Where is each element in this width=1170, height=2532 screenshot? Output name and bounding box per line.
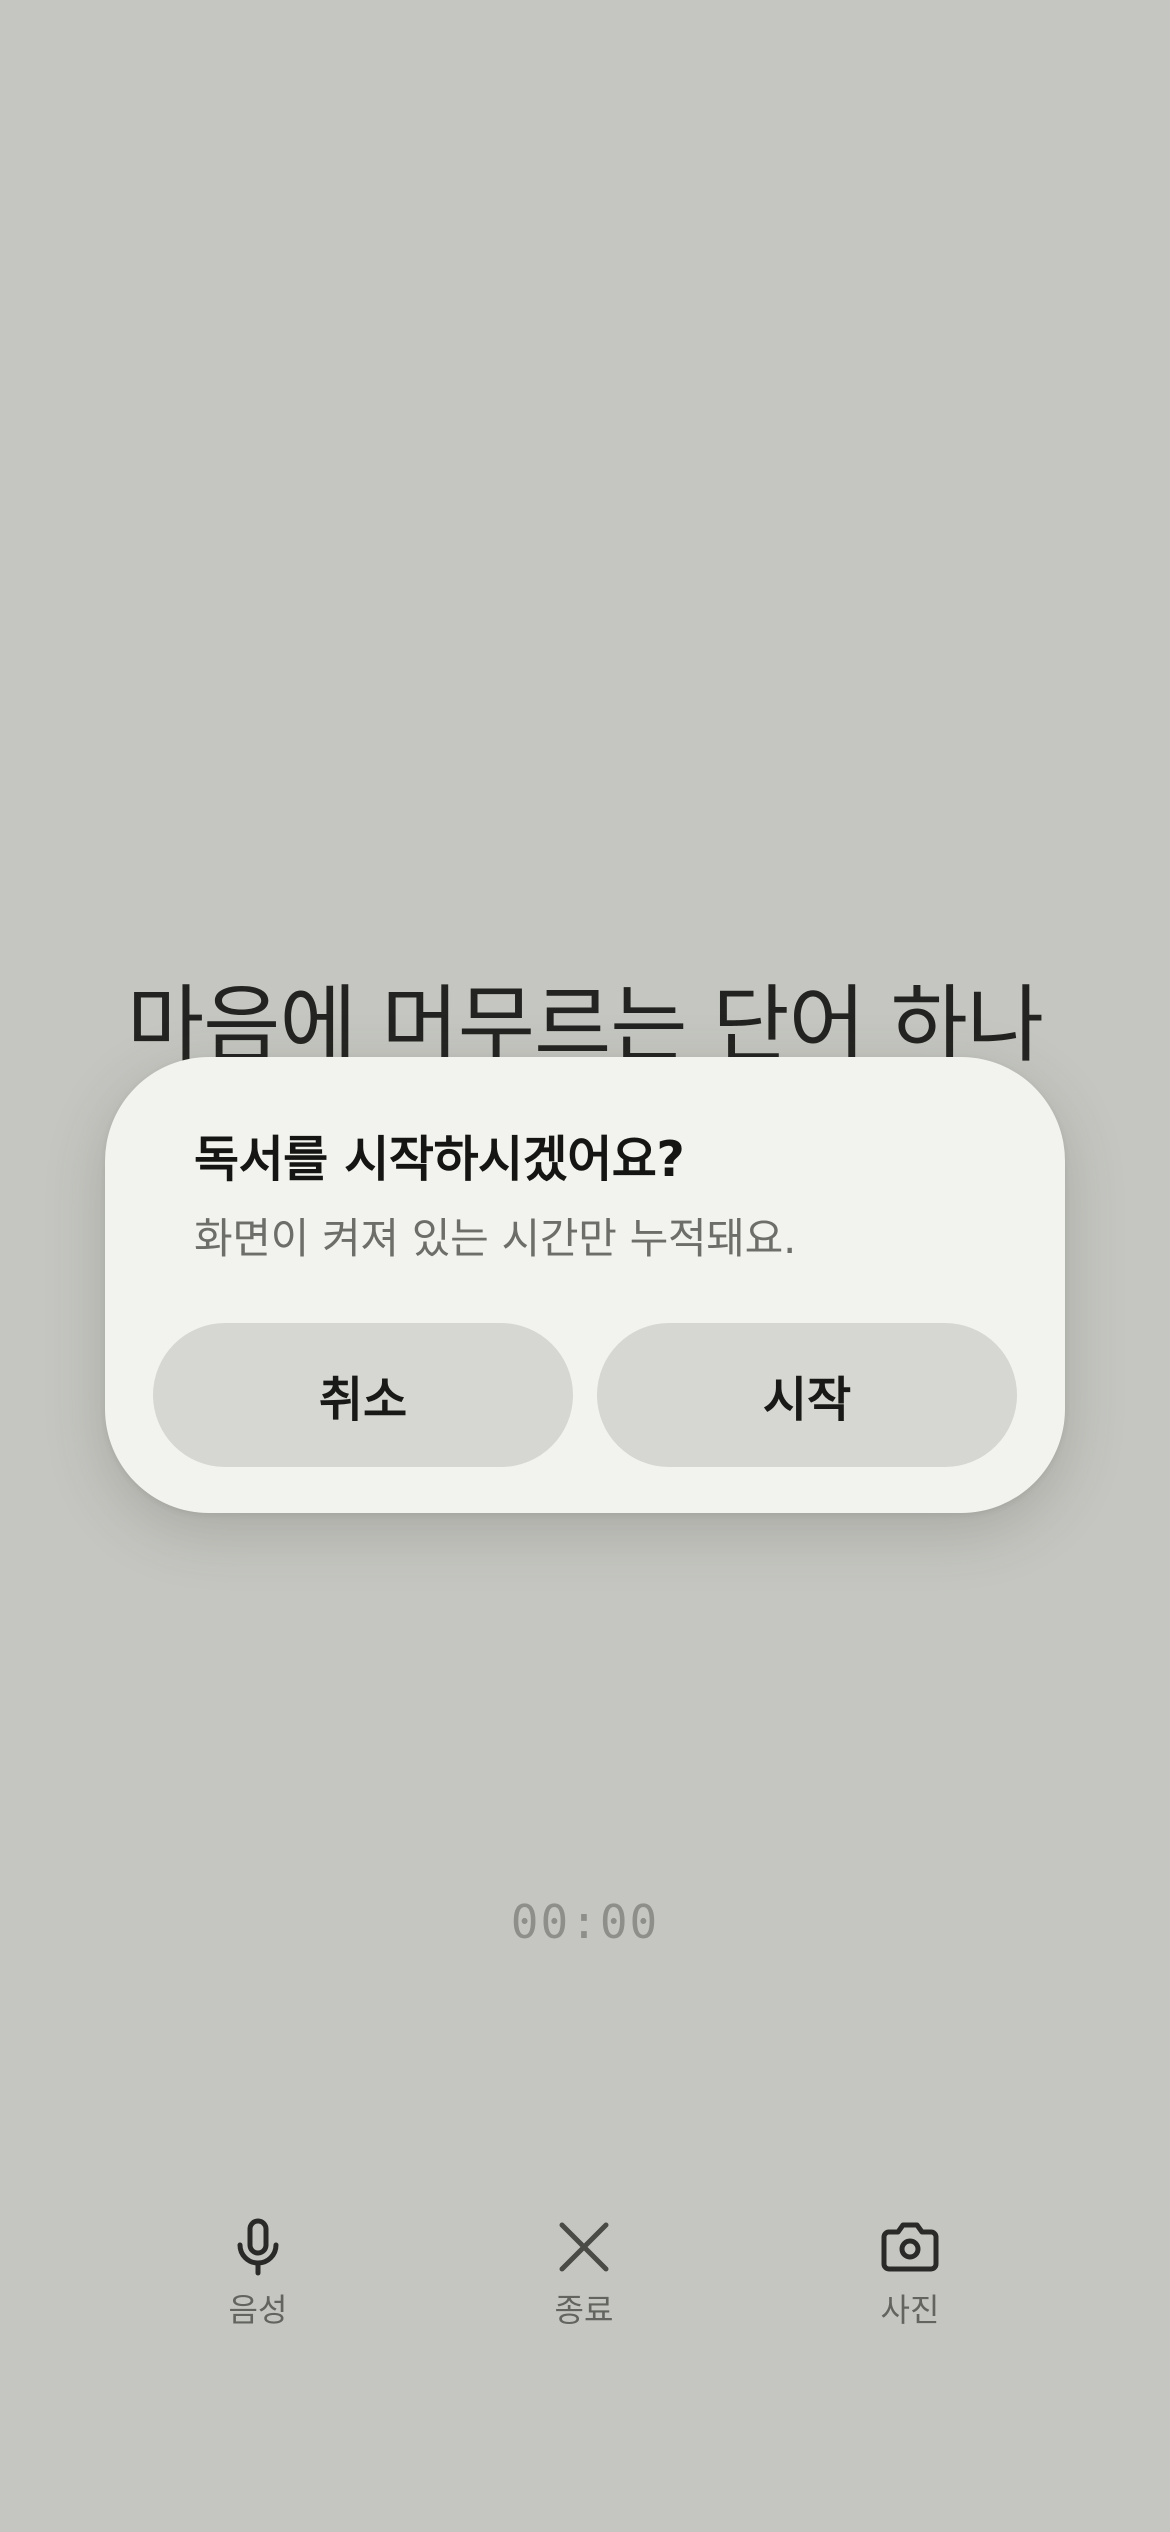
start-reading-dialog: 독서를 시작하시겠어요? 화면이 켜져 있는 시간만 누적돼요. 취소 시작 xyxy=(105,1057,1065,1513)
start-button[interactable]: 시작 xyxy=(597,1323,1017,1467)
photo-label: 사진 xyxy=(880,2291,940,2329)
end-button[interactable]: 종료 xyxy=(484,2215,684,2331)
bottom-toolbar: 음성 종료 사진 xyxy=(0,2215,1170,2345)
voice-label: 음성 xyxy=(228,2291,288,2329)
reading-timer: 00:00 xyxy=(510,1895,660,1949)
dialog-title: 독서를 시작하시겠어요? xyxy=(194,1131,685,1188)
dialog-message: 화면이 켜져 있는 시간만 누적돼요. xyxy=(194,1214,797,1263)
voice-button[interactable]: 음성 xyxy=(158,2215,358,2331)
photo-button[interactable]: 사진 xyxy=(810,2215,1010,2331)
close-icon xyxy=(559,2222,609,2272)
microphone-icon xyxy=(237,2218,279,2276)
cancel-button[interactable]: 취소 xyxy=(153,1323,573,1467)
reading-screen: 마음에 머무르는 단어 하나 00:00 음성 종료 사진 독서를 시작하시겠어… xyxy=(0,0,1170,2532)
camera-icon xyxy=(881,2222,939,2272)
end-label: 종료 xyxy=(554,2291,614,2329)
